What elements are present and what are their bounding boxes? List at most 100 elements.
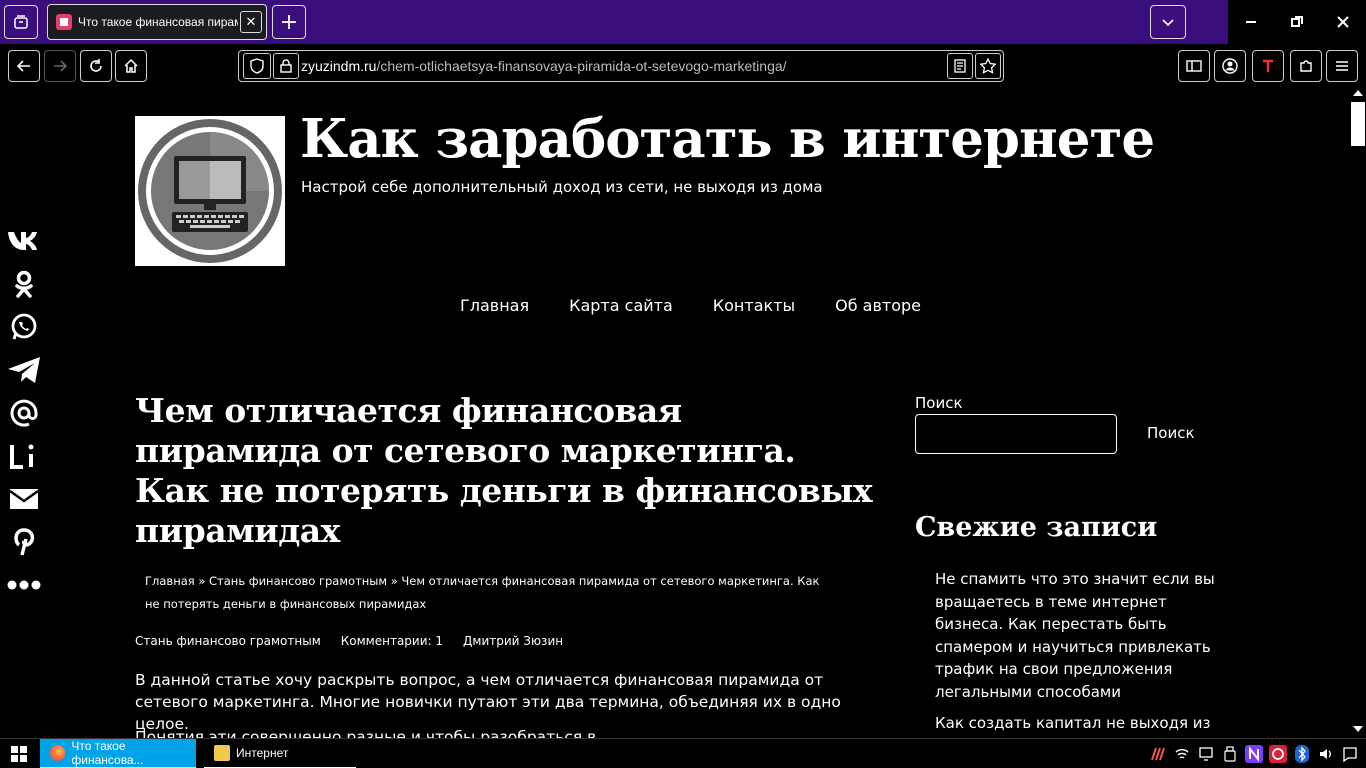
computer-logo-icon (138, 119, 282, 263)
recent-posts-heading: Свежие записи (915, 512, 1158, 543)
tray-display-button[interactable] (1196, 743, 1216, 765)
whatsapp-icon (11, 313, 37, 339)
puzzle-icon (1300, 60, 1312, 72)
address-bar[interactable]: zyuzindm.ru/chem-otlichaetsya-finansovay… (238, 50, 1004, 82)
list-all-tabs-button[interactable] (1150, 5, 1186, 39)
bookmark-button[interactable] (975, 53, 1001, 79)
tray-volume-button[interactable] (1316, 743, 1336, 765)
sidebar-button[interactable] (1178, 50, 1210, 82)
tab-manager-icon (14, 15, 28, 29)
post-next-paragraph: Понятия эти совершенно разные и чтобы ра… (135, 728, 597, 738)
url-path: /chem-otlichaetsya-finansovaya-piramida-… (376, 58, 787, 74)
display-icon (1199, 747, 1213, 761)
share-livejournal-button[interactable] (4, 434, 44, 477)
more-icon (7, 580, 41, 589)
share-ok-button[interactable] (4, 262, 44, 305)
nav-item-about[interactable]: Об авторе (835, 296, 921, 315)
app-stripes-icon (1151, 747, 1165, 761)
back-button[interactable] (8, 50, 40, 82)
notification-icon (1343, 747, 1357, 762)
tracking-protection-button[interactable] (243, 53, 271, 79)
system-tray (1148, 739, 1360, 768)
post-author: Дмитрий Зюзин (463, 634, 564, 648)
home-button[interactable] (115, 50, 147, 82)
close-window-button[interactable] (1320, 0, 1366, 44)
forward-button[interactable] (44, 50, 76, 82)
browser-toolbar: zyuzindm.ru/chem-otlichaetsya-finansovay… (0, 44, 1366, 86)
taskbar-firefox-window[interactable]: Что такое финансова... (40, 739, 196, 768)
lock-icon (280, 59, 292, 73)
start-button[interactable] (0, 739, 38, 768)
vpn-n-icon (1245, 745, 1263, 763)
page-scrollbar[interactable] (1350, 86, 1366, 738)
reload-button[interactable] (80, 50, 112, 82)
extensions-button[interactable] (1290, 50, 1322, 82)
share-pinterest-button[interactable] (4, 520, 44, 563)
windows-logo-icon (11, 746, 27, 762)
speaker-icon (1320, 749, 1331, 759)
tray-network-button[interactable] (1172, 743, 1192, 765)
social-share-bar (4, 219, 44, 606)
taskbar-explorer-label: Интернет (236, 746, 289, 760)
tray-notifications-button[interactable] (1340, 743, 1360, 765)
arrow-right-icon (54, 60, 68, 72)
recent-post-link[interactable]: Не спамить что это значит если вы вращае… (935, 568, 1215, 703)
share-vk-button[interactable] (4, 219, 44, 262)
tab-active[interactable]: Что такое финансовая пирамида ✕ (47, 4, 267, 40)
account-button[interactable] (1214, 50, 1246, 82)
recent-post-link[interactable]: Как создать капитал не выходя из (935, 712, 1215, 735)
extension-t-button[interactable] (1252, 50, 1284, 82)
tab-manager-button[interactable] (4, 5, 38, 39)
hamburger-menu-icon (1336, 61, 1348, 71)
nav-item-sitemap[interactable]: Карта сайта (569, 296, 673, 315)
tray-antivirus-button[interactable] (1268, 743, 1288, 765)
bluetooth-icon (1295, 745, 1309, 763)
tray-vpn-button[interactable] (1244, 743, 1264, 765)
folder-icon (214, 745, 230, 761)
wifi-icon (1175, 749, 1189, 759)
reader-view-icon (954, 59, 966, 73)
post-comments-link[interactable]: Комментарии: 1 (341, 634, 443, 648)
taskbar-firefox-label: Что такое финансова... (71, 739, 144, 767)
tray-usb-button[interactable] (1220, 743, 1240, 765)
usb-drive-icon (1224, 746, 1236, 762)
share-email-at-button[interactable] (4, 391, 44, 434)
tray-app-icon[interactable] (1148, 743, 1168, 765)
menu-button[interactable] (1326, 50, 1358, 82)
livejournal-icon (10, 444, 34, 469)
tray-bluetooth-button[interactable] (1292, 743, 1312, 765)
site-favicon-icon (56, 14, 72, 30)
restore-button[interactable] (1274, 0, 1320, 44)
sidebar-icon (1186, 60, 1202, 72)
url-text[interactable]: zyuzindm.ru/chem-otlichaetsya-finansovay… (301, 58, 787, 74)
share-telegram-button[interactable] (4, 348, 44, 391)
nav-item-contacts[interactable]: Контакты (713, 296, 795, 315)
site-description: Настрой себе дополнительный доход из сет… (301, 178, 823, 196)
taskbar-explorer-window[interactable]: Интернет (204, 739, 356, 768)
nav-item-home[interactable]: Главная (460, 296, 529, 315)
breadcrumb[interactable]: Главная » Стань финансово грамотным » Че… (145, 570, 825, 616)
scroll-down-arrow-icon[interactable] (1353, 726, 1363, 732)
scrollbar-thumb[interactable] (1351, 102, 1365, 146)
minimize-button[interactable] (1228, 0, 1274, 44)
search-input[interactable] (915, 414, 1117, 454)
post-title: Чем отличается финансовая пирамида от се… (135, 391, 873, 550)
window-controls (1228, 0, 1366, 44)
site-info-button[interactable] (273, 53, 299, 79)
close-icon (1337, 16, 1349, 28)
reader-view-button[interactable] (947, 53, 973, 79)
post-category-link[interactable]: Стань финансово грамотным (135, 634, 321, 648)
share-mail-button[interactable] (4, 477, 44, 520)
site-logo[interactable] (135, 116, 285, 266)
scroll-up-arrow-icon[interactable] (1353, 90, 1363, 96)
site-title[interactable]: Как заработать в интернете (300, 108, 1155, 170)
firefox-icon (50, 745, 66, 761)
tab-title: Что такое финансовая пирамида (78, 15, 238, 29)
share-more-button[interactable] (4, 563, 44, 606)
account-icon (1222, 58, 1238, 74)
mail-icon (9, 488, 39, 509)
share-whatsapp-button[interactable] (4, 305, 44, 348)
new-tab-button[interactable]: + (272, 5, 306, 39)
tab-close-button[interactable]: ✕ (240, 11, 262, 33)
search-button[interactable]: Поиск (1147, 424, 1195, 442)
